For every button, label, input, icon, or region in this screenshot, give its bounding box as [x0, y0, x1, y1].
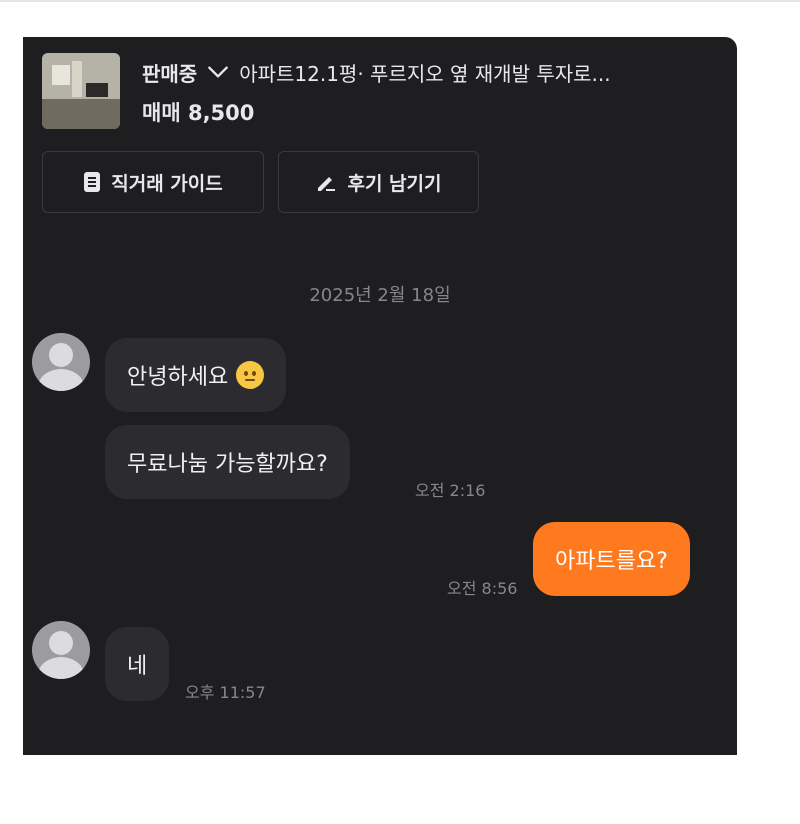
message-text: 네	[127, 654, 148, 679]
message-time: 오전 8:56	[447, 579, 518, 598]
chat-screen: 판매중 아파트12.1평· 푸르지오 옆 재개발 투자로... 매매 8,500…	[23, 37, 737, 755]
smiley-emoji-icon	[236, 361, 265, 389]
listing-status[interactable]: 판매중	[142, 58, 197, 87]
chat-date-divider: 2025년 2월 18일	[309, 285, 451, 306]
chevron-down-icon[interactable]	[205, 59, 231, 85]
listing-title-row[interactable]: 판매중 아파트12.1평· 푸르지오 옆 재개발 투자로...	[142, 57, 722, 87]
trade-guide-label: 직거래 가이드	[111, 172, 223, 195]
write-review-button[interactable]: 후기 남기기	[278, 151, 479, 213]
pencil-icon	[318, 177, 336, 191]
top-divider	[0, 0, 800, 2]
listing-price: 매매 8,500	[142, 101, 255, 125]
listing-thumbnail[interactable]	[42, 53, 120, 129]
message-time: 오후 11:57	[185, 683, 266, 702]
message-text: 아파트를요?	[555, 549, 668, 574]
avatar-icon[interactable]	[32, 333, 90, 391]
document-icon	[84, 172, 101, 192]
message-bubble[interactable]: 무료나눔 가능할까요?	[105, 425, 350, 499]
avatar-icon[interactable]	[32, 621, 90, 679]
message-text: 무료나눔 가능할까요?	[127, 452, 328, 477]
trade-guide-button[interactable]: 직거래 가이드	[42, 151, 264, 213]
message-bubble[interactable]: 네	[105, 627, 170, 701]
listing-title: 아파트12.1평· 푸르지오 옆 재개발 투자로...	[239, 61, 611, 86]
message-text: 안녕하세요	[127, 365, 229, 390]
message-time: 오전 2:16	[415, 481, 486, 500]
my-message-bubble[interactable]: 아파트를요?	[533, 522, 690, 596]
write-review-label: 후기 남기기	[347, 172, 442, 195]
message-bubble[interactable]: 안녕하세요	[105, 338, 287, 412]
